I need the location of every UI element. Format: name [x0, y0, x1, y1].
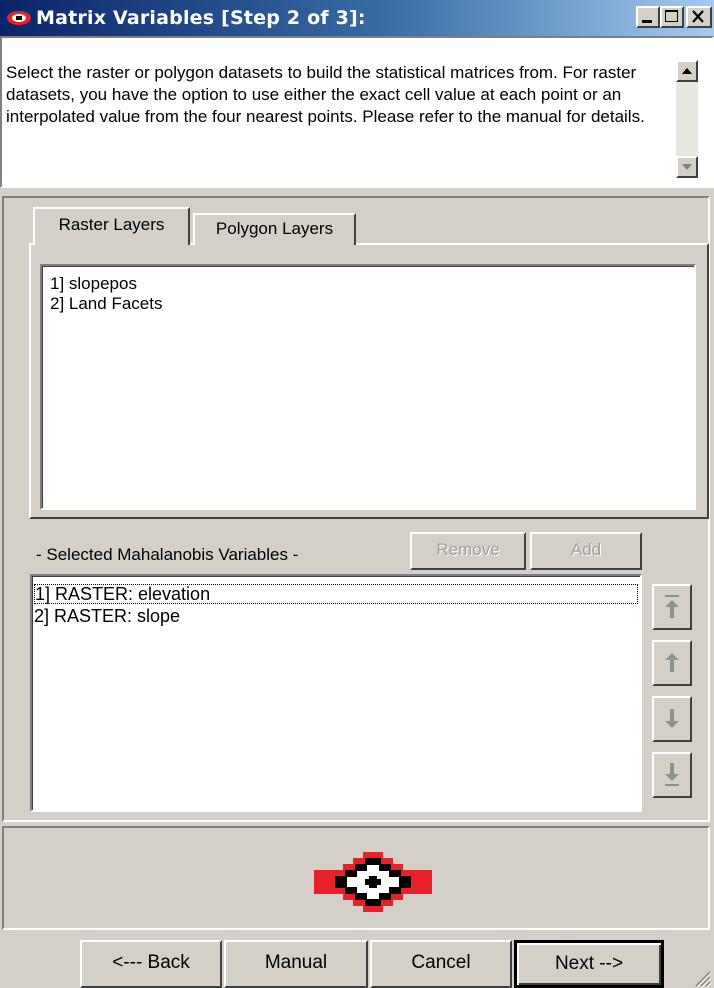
move-down-button[interactable] [652, 696, 692, 742]
scroll-up-icon [682, 68, 692, 74]
instructions-text: Select the raster or polygon datasets to… [6, 63, 645, 126]
close-button[interactable] [686, 6, 712, 28]
move-top-icon [665, 595, 679, 618]
minimize-icon [642, 20, 652, 23]
raster-layers-list[interactable]: 1] slopepos 2] Land Facets [40, 264, 696, 510]
remove-button[interactable]: Remove [410, 532, 526, 570]
manual-button[interactable]: Manual [224, 940, 368, 988]
list-item[interactable]: 1] slopepos [50, 274, 137, 294]
move-down-icon [665, 709, 679, 728]
move-bottom-button[interactable] [652, 752, 692, 798]
selected-variables-label: - Selected Mahalanobis Variables - [36, 545, 299, 564]
window-title: Matrix Variables [Step 2 of 3]: [36, 7, 366, 29]
move-up-icon [665, 653, 679, 672]
maximize-icon [665, 10, 678, 22]
scroll-up-button[interactable] [676, 60, 698, 82]
tab-raster-layers[interactable]: Raster Layers [33, 207, 190, 245]
maximize-button[interactable] [660, 6, 684, 28]
move-bottom-icon [665, 763, 679, 786]
next-button[interactable]: Next --> [514, 940, 664, 988]
add-button[interactable]: Add [530, 532, 642, 570]
resize-grip-icon[interactable] [690, 966, 712, 988]
cancel-button[interactable]: Cancel [370, 940, 512, 988]
list-item[interactable]: 2] RASTER: slope [34, 606, 180, 626]
list-item[interactable]: 2] Land Facets [50, 294, 162, 314]
move-top-button[interactable] [652, 584, 692, 630]
close-icon [692, 10, 704, 23]
back-button[interactable]: <--- Back [80, 940, 222, 988]
diamond-logo-icon [314, 852, 432, 912]
move-up-button[interactable] [652, 640, 692, 686]
selected-variables-list[interactable]: 1] RASTER: elevation 2] RASTER: slope [30, 574, 642, 812]
app-logo-icon [7, 11, 31, 25]
list-item[interactable]: 1] RASTER: elevation [34, 584, 638, 604]
scroll-down-icon [682, 164, 692, 170]
minimize-button[interactable] [636, 6, 660, 28]
tab-polygon-layers[interactable]: Polygon Layers [193, 213, 356, 245]
scroll-down-button[interactable] [676, 156, 698, 178]
instructions-scrollbar[interactable] [676, 60, 698, 178]
